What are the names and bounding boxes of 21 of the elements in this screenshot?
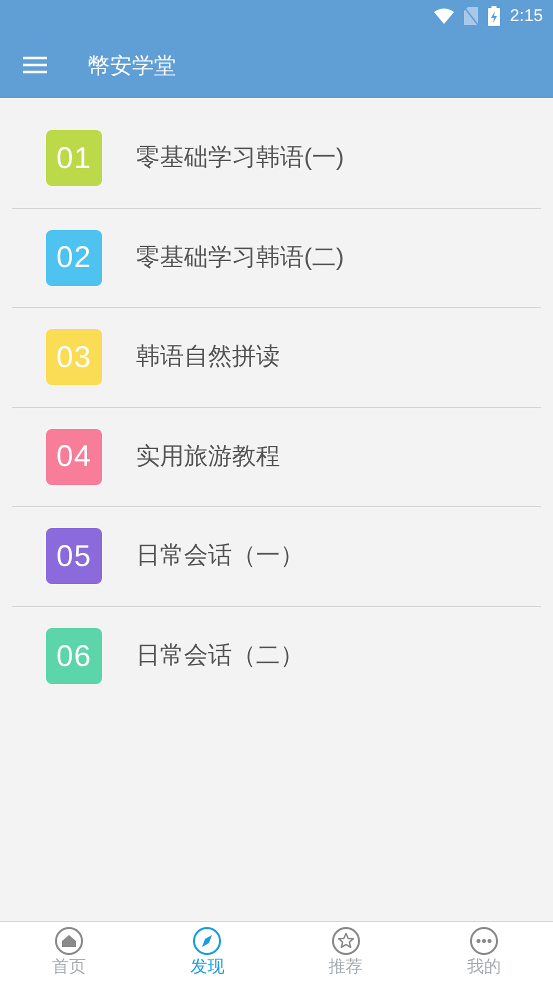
- course-number-badge: 01: [46, 130, 102, 186]
- course-title[interactable]: 零基础学习韩语(二): [136, 240, 344, 276]
- compass-icon: [192, 926, 222, 956]
- course-title[interactable]: 日常会话（二）: [136, 638, 304, 674]
- course-number-badge: 03: [46, 329, 102, 386]
- course-number-badge: 05: [46, 528, 102, 584]
- more-icon: [468, 926, 499, 956]
- course-title[interactable]: 实用旅游教程: [136, 438, 280, 475]
- course-number-badge: 02: [46, 230, 102, 286]
- course-number-badge: 06: [46, 628, 102, 684]
- menu-icon: [23, 56, 47, 74]
- course-title[interactable]: 零基础学习韩语(一): [136, 140, 344, 176]
- course-title[interactable]: 韩语自然拼读: [136, 339, 280, 376]
- status-time: 2:15: [510, 5, 543, 28]
- home-icon: [54, 926, 84, 956]
- course-number-badge: 04: [46, 428, 102, 485]
- battery-charging-icon: [488, 6, 500, 26]
- course-title[interactable]: 日常会话（一）: [136, 538, 304, 574]
- wifi-icon: [434, 8, 454, 24]
- no-sim-icon: [464, 7, 478, 25]
- app-title: 幣安学堂: [88, 52, 176, 80]
